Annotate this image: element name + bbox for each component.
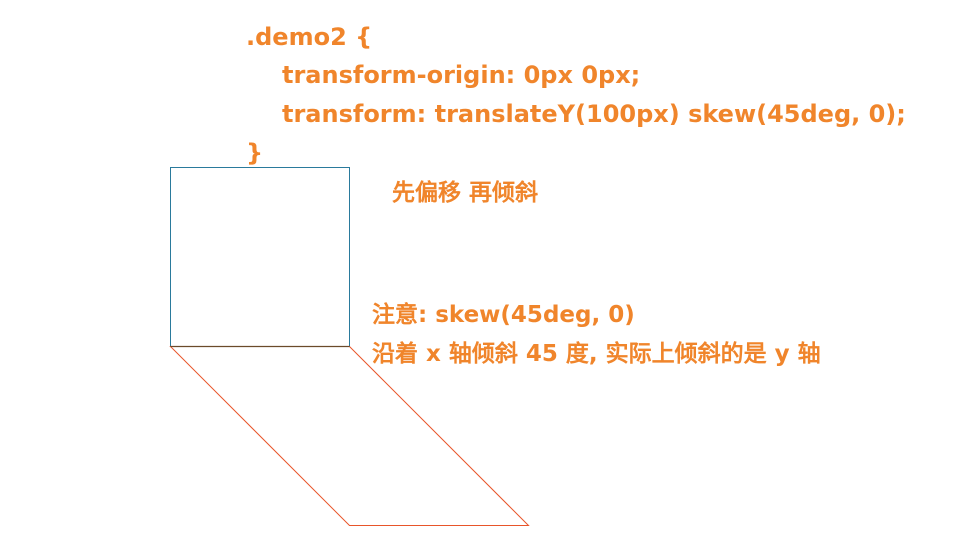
- original-box: [170, 167, 350, 347]
- attention-note: 注意: skew(45deg, 0): [372, 302, 635, 328]
- skewed-box: [169, 346, 530, 526]
- explanation-note: 沿着 x 轴倾斜 45 度, 实际上倾斜的是 y 轴: [372, 341, 821, 367]
- order-note: 先偏移 再倾斜: [392, 180, 539, 206]
- transform-diagram: [169, 167, 530, 526]
